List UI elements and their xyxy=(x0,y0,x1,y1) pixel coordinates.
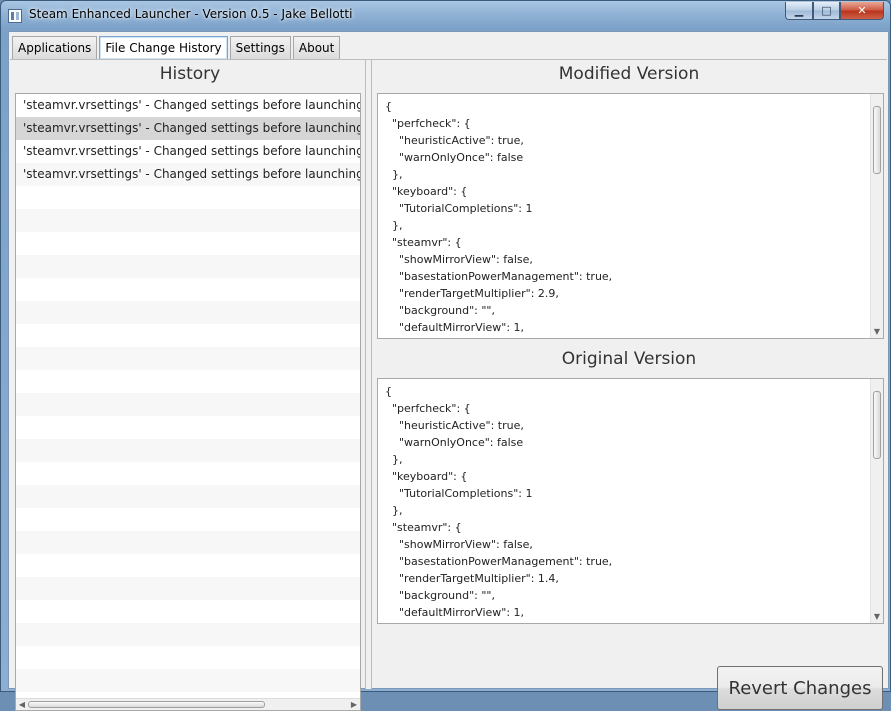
original-vertical-scrollbar[interactable]: ▼ xyxy=(870,379,883,623)
history-empty-row xyxy=(16,255,360,278)
title-bar[interactable]: Steam Enhanced Launcher - Version 0.5 - … xyxy=(1,1,890,31)
original-version-content: { "perfcheck": { "heuristicActive": true… xyxy=(385,385,613,619)
modified-vertical-scrollbar[interactable]: ▼ xyxy=(870,94,883,338)
close-icon: ✕ xyxy=(857,4,867,17)
history-title: History xyxy=(159,64,221,84)
history-list-item[interactable]: 'steamvr.vrsettings' - Changed settings … xyxy=(16,163,360,186)
history-horizontal-scrollbar[interactable]: ◀ ▶ xyxy=(16,698,360,710)
tab-settings[interactable]: Settings xyxy=(229,36,291,59)
tab-applications[interactable]: Applications xyxy=(12,36,98,59)
app-icon xyxy=(8,9,22,23)
scroll-thumb[interactable] xyxy=(873,391,881,459)
history-empty-row xyxy=(16,577,360,600)
modified-version-title: Modified Version xyxy=(558,64,700,84)
tab-about[interactable]: About xyxy=(292,36,341,59)
tab-file-change-history[interactable]: File Change History xyxy=(99,36,228,59)
history-empty-row xyxy=(16,301,360,324)
history-empty-row xyxy=(16,554,360,577)
history-empty-row xyxy=(16,462,360,485)
history-empty-row xyxy=(16,393,360,416)
history-list-item[interactable]: 'steamvr.vrsettings' - Changed settings … xyxy=(16,94,360,117)
maximize-icon: □ xyxy=(821,4,832,17)
history-empty-row xyxy=(16,278,360,301)
history-empty-row xyxy=(16,209,360,232)
history-empty-row xyxy=(16,600,360,623)
scroll-thumb[interactable] xyxy=(28,701,265,708)
history-empty-row xyxy=(16,439,360,462)
minimize-button[interactable]: ▁ xyxy=(785,2,813,20)
minimize-icon: ▁ xyxy=(794,4,804,17)
original-version-textarea[interactable]: { "perfcheck": { "heuristicActive": true… xyxy=(377,378,884,624)
maximize-button[interactable]: □ xyxy=(813,2,840,20)
history-list[interactable]: 'steamvr.vrsettings' - Changed settings … xyxy=(15,93,361,711)
scroll-down-icon[interactable]: ▼ xyxy=(871,327,883,337)
scroll-thumb[interactable] xyxy=(873,106,881,174)
file-change-history-panel: History 'steamvr.vrsettings' - Changed s… xyxy=(10,59,887,711)
scroll-left-icon[interactable]: ◀ xyxy=(17,699,27,710)
history-empty-row xyxy=(16,370,360,393)
close-button[interactable]: ✕ xyxy=(840,2,884,20)
history-empty-row xyxy=(16,186,360,209)
split-divider[interactable] xyxy=(365,60,372,689)
history-empty-row xyxy=(16,669,360,692)
history-empty-row xyxy=(16,646,360,669)
app-window: Steam Enhanced Launcher - Version 0.5 - … xyxy=(0,0,891,711)
history-empty-row xyxy=(16,347,360,370)
history-empty-row xyxy=(16,531,360,554)
history-list-item[interactable]: 'steamvr.vrsettings' - Changed settings … xyxy=(16,117,360,140)
client-area: Applications File Change History Setting… xyxy=(8,31,889,711)
original-version-title: Original Version xyxy=(561,349,697,369)
history-empty-row xyxy=(16,416,360,439)
scroll-right-icon[interactable]: ▶ xyxy=(349,699,359,710)
modified-version-textarea[interactable]: { "perfcheck": { "heuristicActive": true… xyxy=(377,93,884,339)
history-empty-row xyxy=(16,623,360,646)
history-empty-row xyxy=(16,232,360,255)
tab-bar: Applications File Change History Setting… xyxy=(12,36,342,59)
modified-version-content: { "perfcheck": { "heuristicActive": true… xyxy=(385,100,613,334)
history-empty-row xyxy=(16,485,360,508)
scroll-down-icon[interactable]: ▼ xyxy=(871,612,883,622)
history-list-item[interactable]: 'steamvr.vrsettings' - Changed settings … xyxy=(16,140,360,163)
history-empty-row xyxy=(16,508,360,531)
revert-changes-button[interactable]: Revert Changes xyxy=(717,666,883,710)
history-empty-row xyxy=(16,324,360,347)
window-title: Steam Enhanced Launcher - Version 0.5 - … xyxy=(29,7,353,21)
